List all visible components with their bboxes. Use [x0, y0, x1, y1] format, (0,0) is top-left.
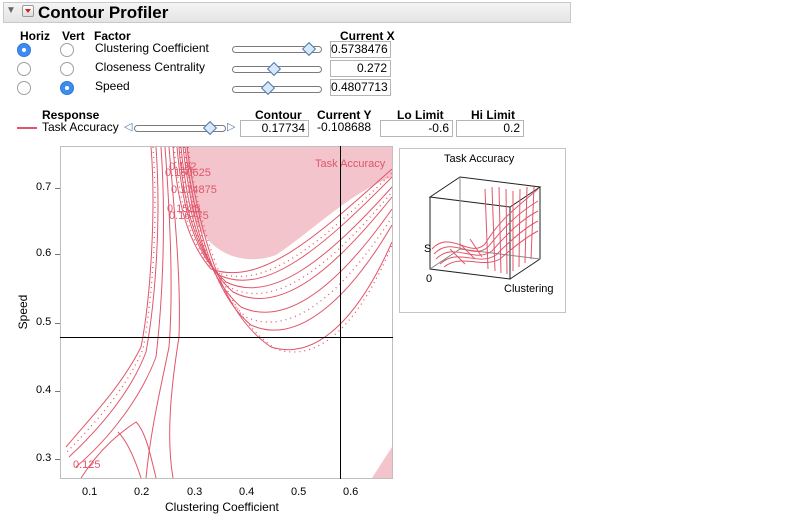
vert-header: Vert: [62, 29, 85, 43]
x-tick-label: 0.5: [291, 486, 307, 498]
surface-axis-y-label: S: [424, 243, 432, 255]
panel-title: Contour Profiler: [38, 3, 169, 22]
vert-radio-clustering[interactable]: [60, 43, 74, 57]
contour-field[interactable]: 0.17734: [240, 120, 309, 137]
x-axis-title: Clustering Coefficient: [165, 500, 279, 514]
shaded-region-lower-right: [372, 447, 392, 478]
y-tick-mark: [55, 188, 60, 189]
y-tick-mark: [55, 391, 60, 392]
crosshair-horizontal[interactable]: [60, 337, 393, 338]
y-tick-label: 0.6: [36, 247, 52, 259]
y-tick-label: 0.7: [36, 181, 52, 193]
current-x-speed[interactable]: 0.4807713: [330, 79, 391, 96]
contour-plot-svg[interactable]: [61, 147, 392, 478]
current-x-closeness[interactable]: 0.272: [330, 60, 391, 77]
y-tick-label: 0.3: [36, 452, 52, 464]
surface-axis-x-label: Clustering: [504, 283, 554, 295]
contour-label: 0.16775: [169, 210, 209, 222]
horiz-header: Horiz: [20, 29, 50, 43]
contour-label: 0.125: [73, 459, 101, 471]
crosshair-vertical[interactable]: [340, 146, 341, 479]
surface-plot[interactable]: Task Accuracy S 0 Clustering: [399, 148, 566, 313]
contour-label: 0.174875: [171, 184, 217, 196]
surface-mesh: [431, 186, 539, 275]
factor-name-clustering: Clustering Coefficient: [95, 41, 209, 55]
x-tick-label: 0.2: [134, 486, 150, 498]
slider-right-arrow-icon[interactable]: ▷: [227, 122, 235, 133]
contour-label: 0.160625: [165, 167, 211, 179]
x-tick-label: 0.6: [343, 486, 359, 498]
factor-name-speed: Speed: [95, 79, 130, 93]
x-tick-label: 0.4: [239, 486, 255, 498]
response-legend-line: [17, 127, 37, 129]
response-label: Task Accuracy: [315, 158, 386, 170]
current-y-value: -0.108688: [317, 120, 372, 134]
y-tick-mark: [55, 254, 60, 255]
lo-limit-field[interactable]: -0.6: [380, 120, 453, 137]
horiz-radio-clustering[interactable]: [17, 43, 31, 57]
y-tick-label: 0.4: [36, 384, 52, 396]
contour-plot[interactable]: 0.182 0.160625 0.174875 0.1535 0.16775 0…: [60, 146, 393, 479]
slider-left-arrow-icon[interactable]: ◁: [124, 122, 132, 133]
horiz-radio-closeness[interactable]: [17, 62, 31, 76]
slider-thumb-clustering[interactable]: [302, 41, 317, 57]
current-x-clustering[interactable]: 0.5738476: [330, 41, 391, 58]
y-tick-mark: [55, 323, 60, 324]
vert-radio-speed[interactable]: [60, 81, 74, 95]
y-axis-title: Speed: [16, 294, 30, 330]
slider-thumb-closeness[interactable]: [267, 61, 282, 77]
y-tick-mark: [55, 459, 60, 460]
horiz-radio-speed[interactable]: [17, 81, 31, 95]
contour-shapes: [65, 147, 392, 478]
slider-thumb-contour[interactable]: [203, 120, 218, 136]
hi-limit-field[interactable]: 0.2: [456, 120, 524, 137]
disclosure-triangle-icon[interactable]: ▼: [6, 6, 16, 16]
slider-speed[interactable]: [232, 86, 322, 93]
x-tick-label: 0.3: [187, 486, 203, 498]
x-tick-label: 0.1: [82, 486, 98, 498]
surface-axis-origin-label: 0: [426, 273, 433, 285]
response-name: Task Accuracy: [42, 120, 119, 134]
vert-radio-closeness[interactable]: [60, 62, 74, 76]
factor-name-closeness: Closeness Centrality: [95, 60, 206, 74]
y-tick-label: 0.5: [36, 316, 52, 328]
red-triangle-menu-icon[interactable]: [22, 5, 34, 17]
